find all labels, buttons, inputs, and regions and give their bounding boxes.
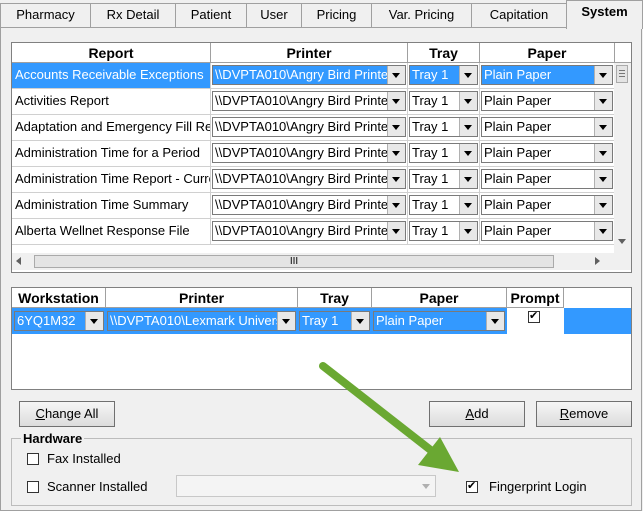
annotation-arrow-icon: [319, 362, 459, 472]
tab-system[interactable]: System: [566, 0, 643, 29]
